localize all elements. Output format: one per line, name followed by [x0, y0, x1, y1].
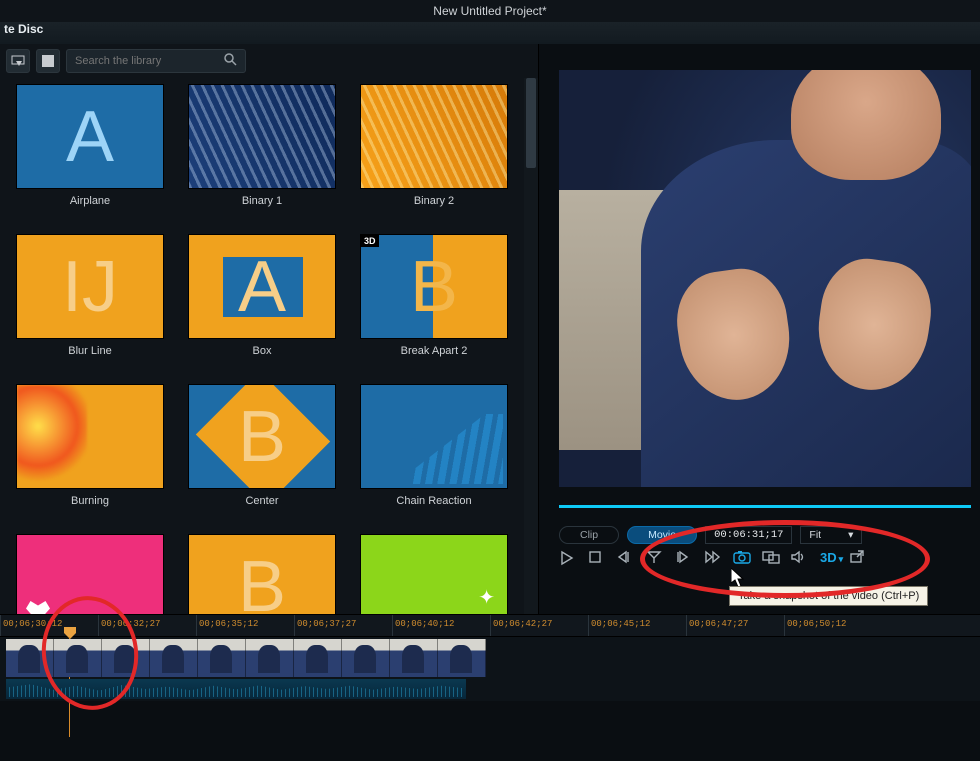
- timeline-tick[interactable]: 00;06;35;12: [196, 615, 294, 636]
- library-item-label: Binary 1: [242, 195, 282, 207]
- library-item[interactable]: [10, 534, 170, 614]
- preview-pane: Clip Movie 00:06:31;17 Fit ▾: [539, 44, 980, 614]
- next-frame-button[interactable]: [675, 550, 693, 568]
- library-item[interactable]: IJ Blur Line: [10, 234, 170, 374]
- timeline-tick[interactable]: 00;06;42;27: [490, 615, 588, 636]
- timeline-clip-thumb[interactable]: [198, 639, 246, 677]
- prev-frame-button[interactable]: [617, 550, 635, 568]
- volume-button[interactable]: [791, 550, 809, 568]
- library-item[interactable]: Binary 1: [182, 84, 342, 224]
- timeline-audio-clip[interactable]: [6, 679, 466, 699]
- chevron-down-icon: ▾: [839, 554, 844, 564]
- timeline-playhead[interactable]: [64, 627, 76, 639]
- preview-zoom-select[interactable]: Fit ▾: [800, 526, 862, 544]
- timeline-tick[interactable]: 00;06;45;12: [588, 615, 686, 636]
- library-item[interactable]: ✦: [354, 534, 514, 614]
- library-grid: A Airplane Binary 1 Binary 2 IJ Blur Line…: [0, 78, 524, 614]
- window-title: New Untitled Project*: [0, 0, 980, 22]
- library-search-box[interactable]: [66, 49, 246, 73]
- library-item-label: Airplane: [70, 195, 110, 207]
- mouse-cursor: [731, 568, 745, 588]
- timeline-clip-thumb[interactable]: [342, 639, 390, 677]
- stop-button[interactable]: [588, 550, 606, 568]
- timeline-clip-thumb[interactable]: [150, 639, 198, 677]
- library-item[interactable]: B: [182, 534, 342, 614]
- timeline-audio-track[interactable]: [0, 679, 980, 701]
- timeline-video-track[interactable]: [0, 637, 980, 679]
- timeline-clip-thumb[interactable]: [54, 639, 102, 677]
- library-scrollbar-track[interactable]: [524, 78, 538, 614]
- timeline-tick[interactable]: 00;06;30;12: [0, 615, 98, 636]
- library-item[interactable]: Binary 2: [354, 84, 514, 224]
- library-item[interactable]: B Center: [182, 384, 342, 524]
- chevron-down-icon: ▾: [848, 529, 853, 541]
- library-pane: A Airplane Binary 1 Binary 2 IJ Blur Line…: [0, 44, 539, 614]
- library-item-label: Burning: [71, 495, 109, 507]
- timeline-panel: 00;06;30;1200;06;32;2700;06;35;1200;06;3…: [0, 614, 980, 761]
- 3d-mode-button[interactable]: 3D▾: [820, 550, 838, 568]
- timeline-tick[interactable]: 00;06;47;27: [686, 615, 784, 636]
- timeline-clip-thumb[interactable]: [438, 639, 486, 677]
- library-item[interactable]: Burning: [10, 384, 170, 524]
- library-filter-dropdown[interactable]: [6, 49, 30, 73]
- library-item-label: Center: [245, 495, 278, 507]
- library-item[interactable]: A Box: [182, 234, 342, 374]
- library-view-grid-button[interactable]: [36, 49, 60, 73]
- timeline-tick[interactable]: 00;06;32;27: [98, 615, 196, 636]
- play-button[interactable]: [559, 550, 577, 568]
- library-toolbar: [0, 44, 538, 78]
- library-item-label: Blur Line: [68, 345, 111, 357]
- fast-forward-button[interactable]: [704, 550, 722, 568]
- timeline-tick[interactable]: 00;06;50;12: [784, 615, 882, 636]
- library-item[interactable]: Chain Reaction: [354, 384, 514, 524]
- library-item[interactable]: 3DB Break Apart 2: [354, 234, 514, 374]
- snapshot-tooltip: Take a snapshot of the video (Ctrl+P): [729, 586, 928, 606]
- library-scrollbar-thumb[interactable]: [526, 78, 536, 168]
- library-item-label: Box: [253, 345, 272, 357]
- timeline-clip-thumb[interactable]: [102, 639, 150, 677]
- preview-mode-clip-tab[interactable]: Clip: [559, 526, 619, 544]
- timeline-tick[interactable]: 00;06;37;27: [294, 615, 392, 636]
- timeline-tick[interactable]: 00;06;40;12: [392, 615, 490, 636]
- snapshot-button[interactable]: [733, 550, 751, 568]
- preview-viewport[interactable]: [559, 70, 971, 487]
- library-search-input[interactable]: [75, 55, 223, 67]
- output-tab-partial[interactable]: te Disc: [0, 22, 980, 44]
- timeline-clip-thumb[interactable]: [390, 639, 438, 677]
- library-item-label: Chain Reaction: [396, 495, 471, 507]
- library-item[interactable]: A Airplane: [10, 84, 170, 224]
- dual-view-button[interactable]: [762, 550, 780, 568]
- trim-button[interactable]: [646, 550, 664, 568]
- preview-mode-movie-tab[interactable]: Movie: [627, 526, 697, 544]
- timeline-clip-thumb[interactable]: [294, 639, 342, 677]
- timeline-clip-thumb[interactable]: [246, 639, 294, 677]
- library-item-label: Break Apart 2: [401, 345, 468, 357]
- search-icon: [223, 52, 237, 71]
- library-item-label: Binary 2: [414, 195, 454, 207]
- preview-scrub-bar[interactable]: [559, 505, 971, 508]
- undock-preview-button[interactable]: [849, 550, 867, 568]
- timeline-ruler[interactable]: 00;06;30;1200;06;32;2700;06;35;1200;06;3…: [0, 615, 980, 637]
- preview-timecode[interactable]: 00:06:31;17: [705, 526, 792, 544]
- timeline-clip-thumb[interactable]: [6, 639, 54, 677]
